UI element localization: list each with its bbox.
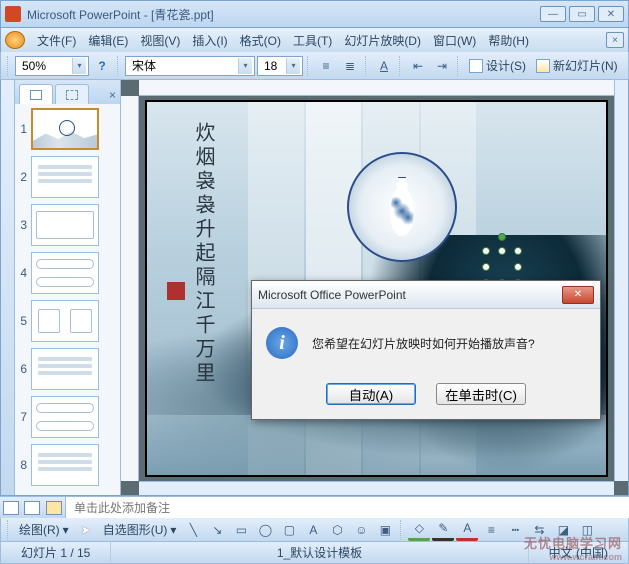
font-name-combo[interactable]: 宋体 ▾ [125, 56, 255, 76]
new-slide-button[interactable]: 新幻灯片(N) [532, 54, 622, 77]
view-strip [1, 80, 15, 495]
slideshow-view-button[interactable] [46, 501, 62, 515]
window-title: Microsoft PowerPoint - [青花瓷.ppt] [27, 6, 540, 23]
normal-view-button[interactable] [3, 501, 19, 515]
select-arrow-icon[interactable]: ➤ [75, 519, 97, 541]
menu-view[interactable]: 视图(V) [134, 29, 186, 52]
thumbnail-list[interactable]: 1 2 3 4 5 6 7 8 [15, 104, 120, 495]
menu-file[interactable]: 文件(F) [31, 29, 82, 52]
ruler-vertical [121, 96, 139, 481]
menu-slideshow[interactable]: 幻灯片放映(D) [338, 29, 427, 52]
draw-menu[interactable]: 绘图(R) ▾ [15, 518, 73, 541]
doc-close-button[interactable]: × [606, 32, 624, 48]
maximize-button[interactable]: ▭ [569, 6, 595, 22]
arrow-icon[interactable]: ↘ [206, 519, 228, 541]
rectangle-icon[interactable]: ▭ [230, 519, 252, 541]
zoom-combo[interactable]: 50% ▾ [15, 56, 89, 76]
chevron-down-icon[interactable]: ▾ [286, 58, 300, 74]
help-icon[interactable]: ? [91, 55, 113, 77]
app-icon [5, 6, 21, 22]
dialog-onclick-button[interactable]: 在单击时(C) [436, 383, 526, 405]
panel-close-icon[interactable]: × [105, 86, 120, 104]
scrollbar-horizontal[interactable] [139, 481, 614, 495]
dialog-title: Microsoft Office PowerPoint [258, 288, 562, 302]
office-button[interactable] [5, 31, 25, 49]
clipart-icon[interactable]: ☺ [350, 519, 372, 541]
thumbnail-5[interactable]: 5 [17, 300, 118, 342]
window-titlebar: Microsoft PowerPoint - [青花瓷.ppt] ― ▭ ✕ [0, 0, 629, 28]
seal-stamp [167, 282, 185, 300]
menu-insert[interactable]: 插入(I) [186, 29, 233, 52]
thumbnail-8[interactable]: 8 [17, 444, 118, 486]
calligraphy-text: 炊烟袅袅升起隔江千万里 [187, 122, 219, 386]
diagram-icon[interactable]: ⬡ [326, 519, 348, 541]
font-name-value: 宋体 [132, 57, 156, 74]
decrease-indent-icon[interactable]: ⇤ [407, 55, 429, 77]
view-buttons [0, 497, 66, 518]
chevron-down-icon[interactable]: ▾ [72, 58, 86, 74]
slide-canvas: 炊烟袅袅升起隔江千万里 Microsoft Office PowerPoint … [121, 80, 628, 495]
rotate-handle[interactable] [498, 233, 506, 241]
menu-tools[interactable]: 工具(T) [287, 29, 338, 52]
menu-format[interactable]: 格式(O) [234, 29, 287, 52]
zoom-value: 50% [22, 59, 46, 73]
thumbnail-6[interactable]: 6 [17, 348, 118, 390]
line-color-icon[interactable]: ✎ [432, 519, 454, 541]
vase-medallion [347, 152, 457, 262]
workspace: × 1 2 3 4 5 6 7 8 炊烟袅袅升起隔江千万里 [0, 80, 629, 496]
autoshapes-menu[interactable]: 自选图形(U) ▾ [99, 518, 181, 541]
font-size-value: 18 [264, 59, 277, 73]
thumbnail-7[interactable]: 7 [17, 396, 118, 438]
status-slide-info: 幻灯片 1 / 15 [1, 542, 111, 563]
thumbnail-2[interactable]: 2 [17, 156, 118, 198]
notes-bar: 单击此处添加备注 [0, 496, 629, 518]
picture-icon[interactable]: ▣ [374, 519, 396, 541]
thumbnail-3[interactable]: 3 [17, 204, 118, 246]
info-icon: i [266, 327, 298, 359]
formatting-toolbar: 50% ▾ ? 宋体 ▾ 18 ▾ ≡ ≣ A ⇤ ⇥ 设计(S) 新幻灯片(N… [0, 52, 629, 80]
bullets-icon[interactable]: ≡ [315, 55, 337, 77]
tab-outline[interactable] [55, 84, 89, 104]
line-icon[interactable]: ╲ [182, 519, 204, 541]
thumbnail-1[interactable]: 1 [17, 108, 118, 150]
line-style-icon[interactable]: ≡ [480, 519, 502, 541]
sorter-view-button[interactable] [24, 501, 40, 515]
dialog-close-button[interactable]: ✕ [562, 286, 594, 304]
oval-icon[interactable]: ◯ [254, 519, 276, 541]
close-button[interactable]: ✕ [598, 6, 624, 22]
dialog-message: 您希望在幻灯片放映时如何开始播放声音? [312, 335, 535, 352]
ruler-horizontal [139, 80, 614, 96]
tab-slides[interactable] [19, 84, 53, 104]
font-color-icon[interactable]: A [456, 519, 478, 541]
status-template: 1_默认设计模板 [111, 542, 528, 563]
slide-panel: × 1 2 3 4 5 6 7 8 [15, 80, 121, 495]
status-bar: 幻灯片 1 / 15 1_默认设计模板 中文 (中国) 无忧电脑学习网www.w… [0, 542, 629, 564]
chevron-down-icon[interactable]: ▾ [238, 58, 252, 74]
menu-help[interactable]: 帮助(H) [482, 29, 535, 52]
wordart-icon[interactable]: A [302, 519, 324, 541]
scrollbar-vertical[interactable] [614, 80, 628, 481]
design-button[interactable]: 设计(S) [465, 54, 530, 77]
dialog-auto-button[interactable]: 自动(A) [326, 383, 416, 405]
menu-edit[interactable]: 编辑(E) [82, 29, 134, 52]
font-size-combo[interactable]: 18 ▾ [257, 56, 303, 76]
dialog-titlebar[interactable]: Microsoft Office PowerPoint ✕ [252, 281, 600, 309]
increase-indent-icon[interactable]: ⇥ [431, 55, 453, 77]
thumbnail-4[interactable]: 4 [17, 252, 118, 294]
sound-dialog: Microsoft Office PowerPoint ✕ i 您希望在幻灯片放… [251, 280, 601, 420]
watermark: 无忧电脑学习网www.wcrain.com [524, 533, 622, 562]
notes-placeholder[interactable]: 单击此处添加备注 [66, 499, 629, 516]
menu-window[interactable]: 窗口(W) [427, 29, 482, 52]
panel-tabs: × [15, 80, 120, 104]
font-grow-icon[interactable]: A [373, 55, 395, 77]
textbox-icon[interactable]: ▢ [278, 519, 300, 541]
menu-bar: 文件(F) 编辑(E) 视图(V) 插入(I) 格式(O) 工具(T) 幻灯片放… [0, 28, 629, 52]
minimize-button[interactable]: ― [540, 6, 566, 22]
fill-color-icon[interactable]: ◇ [408, 519, 430, 541]
numbering-icon[interactable]: ≣ [339, 55, 361, 77]
